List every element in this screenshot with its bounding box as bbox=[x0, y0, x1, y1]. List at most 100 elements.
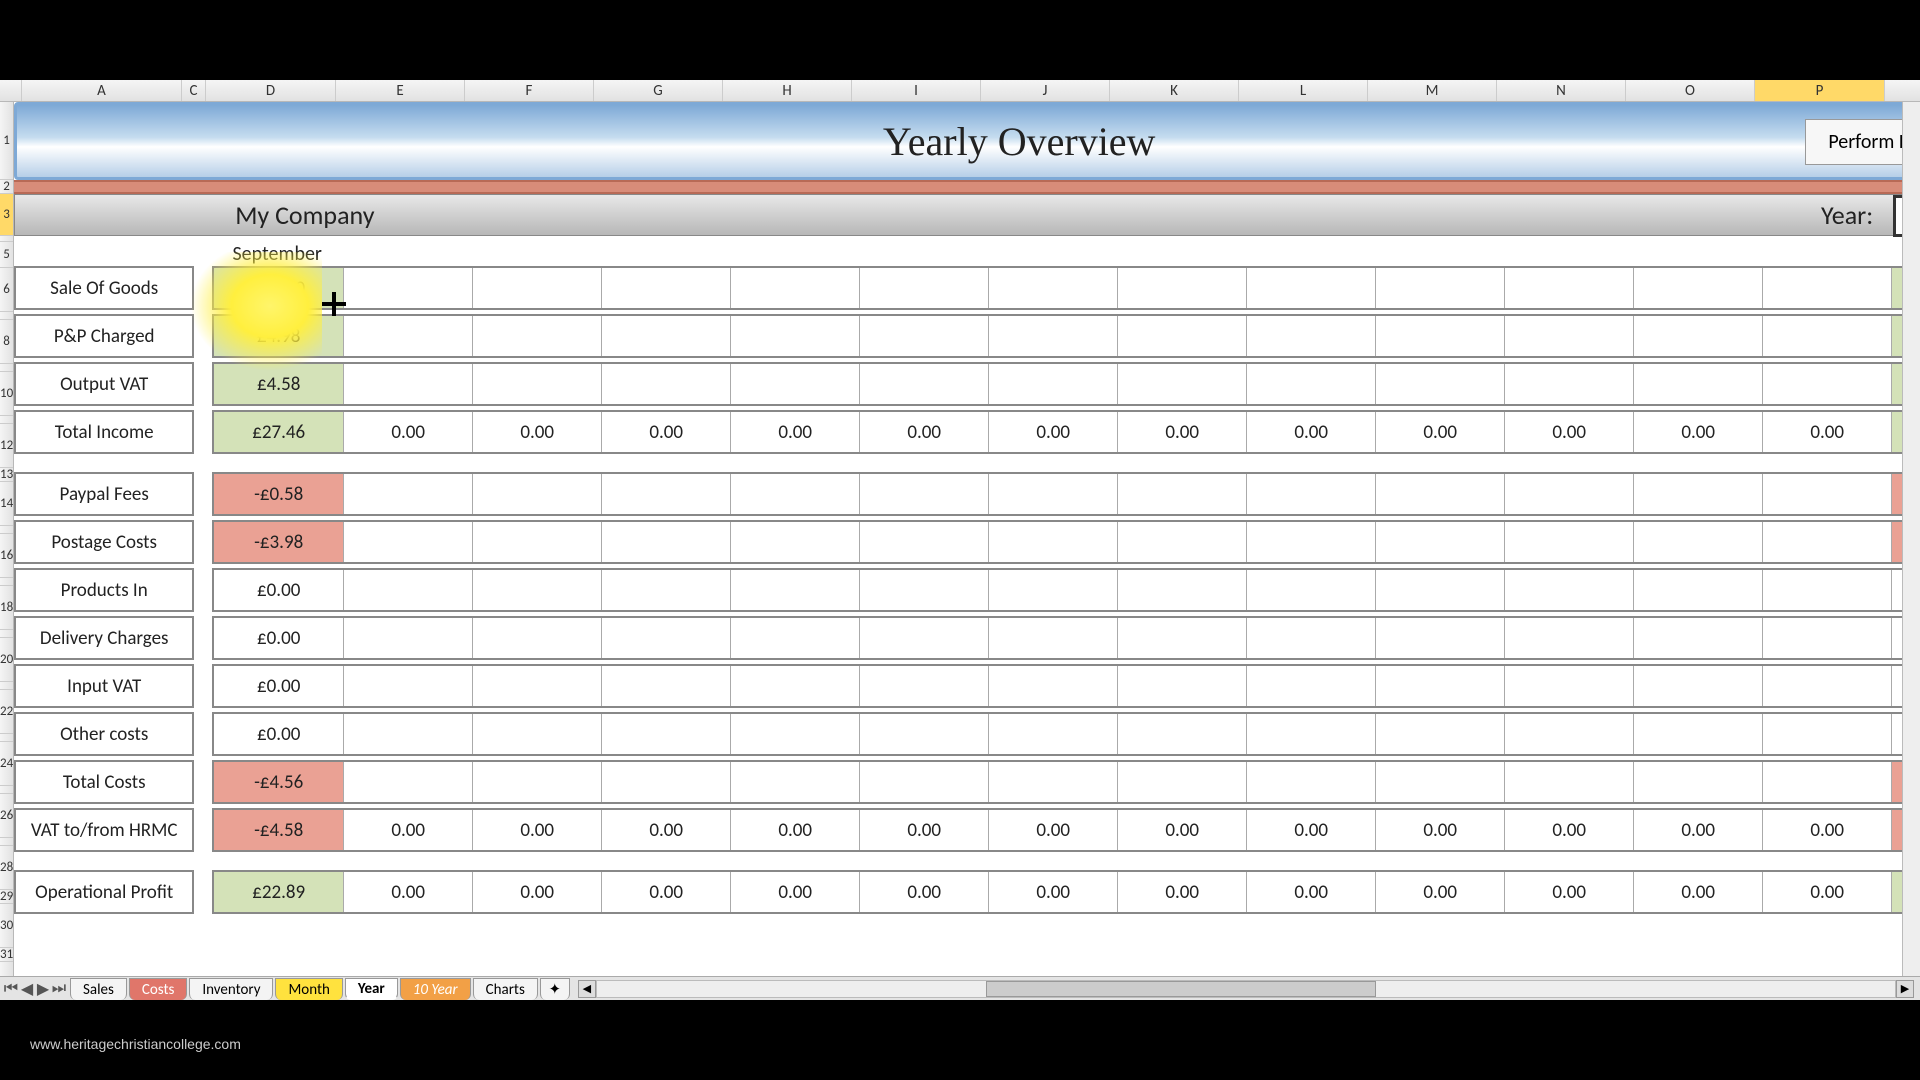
cell-other_costs-m9[interactable] bbox=[1505, 714, 1634, 754]
cell-op_profit-m4[interactable]: 0.00 bbox=[860, 872, 989, 912]
cell-total_costs-m4[interactable] bbox=[860, 762, 989, 802]
new-sheet-button[interactable]: ✦ bbox=[540, 978, 570, 1000]
row-header-blank-26[interactable] bbox=[0, 838, 13, 846]
cell-delivery_charges-sep[interactable]: £0.00 bbox=[214, 618, 344, 658]
cell-other_costs-m10[interactable] bbox=[1634, 714, 1763, 754]
cell-products_in-m7[interactable] bbox=[1247, 570, 1376, 610]
column-header-A[interactable]: A bbox=[22, 80, 182, 101]
cell-postage_costs-m5[interactable] bbox=[989, 522, 1118, 562]
column-header-H[interactable]: H bbox=[723, 80, 852, 101]
cell-total_costs-m2[interactable] bbox=[602, 762, 731, 802]
cell-op_profit-m2[interactable]: 0.00 bbox=[602, 872, 731, 912]
cell-output_vat-m11[interactable] bbox=[1763, 364, 1892, 404]
cell-vat_hrmc-m5[interactable]: 0.00 bbox=[989, 810, 1118, 850]
row-header-blank-14[interactable] bbox=[0, 526, 13, 534]
cell-other_costs-m2[interactable] bbox=[602, 714, 731, 754]
cell-delivery_charges-m1[interactable] bbox=[473, 618, 602, 658]
cell-pp_charged-m3[interactable] bbox=[731, 316, 860, 356]
cell-sale_of_goods-m6[interactable] bbox=[1118, 268, 1247, 308]
row-header-13[interactable]: 13 bbox=[0, 468, 13, 482]
row-header-14[interactable]: 14 bbox=[0, 482, 13, 526]
cell-paypal_fees-m6[interactable] bbox=[1118, 474, 1247, 514]
cell-input_vat-m1[interactable] bbox=[473, 666, 602, 706]
cell-other_costs-m6[interactable] bbox=[1118, 714, 1247, 754]
cell-output_vat-m6[interactable] bbox=[1118, 364, 1247, 404]
cell-paypal_fees-m4[interactable] bbox=[860, 474, 989, 514]
row-header-31[interactable]: 31 bbox=[0, 948, 13, 962]
cell-postage_costs-m9[interactable] bbox=[1505, 522, 1634, 562]
cell-paypal_fees-m5[interactable] bbox=[989, 474, 1118, 514]
cell-input_vat-m5[interactable] bbox=[989, 666, 1118, 706]
cell-sale_of_goods-m3[interactable] bbox=[731, 268, 860, 308]
cell-pp_charged-sep[interactable]: £4.98 bbox=[214, 316, 344, 356]
cell-sale_of_goods-m9[interactable] bbox=[1505, 268, 1634, 308]
cell-total_income-m8[interactable]: 0.00 bbox=[1376, 412, 1505, 452]
cell-total_costs-m11[interactable] bbox=[1763, 762, 1892, 802]
column-header-N[interactable]: N bbox=[1497, 80, 1626, 101]
cell-paypal_fees-m11[interactable] bbox=[1763, 474, 1892, 514]
cell-paypal_fees-m9[interactable] bbox=[1505, 474, 1634, 514]
row-header-blank-22[interactable] bbox=[0, 734, 13, 742]
cell-vat_hrmc-m11[interactable]: 0.00 bbox=[1763, 810, 1892, 850]
column-header-E[interactable]: E bbox=[336, 80, 465, 101]
cell-products_in-m9[interactable] bbox=[1505, 570, 1634, 610]
tab-month[interactable]: Month bbox=[275, 978, 342, 1000]
row-header-12[interactable]: 12 bbox=[0, 424, 13, 468]
cell-delivery_charges-m0[interactable] bbox=[344, 618, 473, 658]
cell-other_costs-m8[interactable] bbox=[1376, 714, 1505, 754]
cell-input_vat-m4[interactable] bbox=[860, 666, 989, 706]
cell-output_vat-m1[interactable] bbox=[473, 364, 602, 404]
cell-output_vat-m4[interactable] bbox=[860, 364, 989, 404]
cell-delivery_charges-m11[interactable] bbox=[1763, 618, 1892, 658]
column-header-P[interactable]: P bbox=[1755, 80, 1885, 101]
row-header-28[interactable]: 28 bbox=[0, 846, 13, 890]
cell-postage_costs-m8[interactable] bbox=[1376, 522, 1505, 562]
cell-vat_hrmc-m3[interactable]: 0.00 bbox=[731, 810, 860, 850]
cell-output_vat-m8[interactable] bbox=[1376, 364, 1505, 404]
row-header-29[interactable]: 29 bbox=[0, 890, 13, 904]
cell-total_income-m1[interactable]: 0.00 bbox=[473, 412, 602, 452]
cell-total_income-m4[interactable]: 0.00 bbox=[860, 412, 989, 452]
cell-vat_hrmc-m2[interactable]: 0.00 bbox=[602, 810, 731, 850]
cell-vat_hrmc-m10[interactable]: 0.00 bbox=[1634, 810, 1763, 850]
tab-first-icon[interactable]: ⏮ bbox=[4, 981, 18, 997]
cell-total_income-m5[interactable]: 0.00 bbox=[989, 412, 1118, 452]
cell-pp_charged-m0[interactable] bbox=[344, 316, 473, 356]
row-header-blank-8[interactable] bbox=[0, 364, 13, 372]
scroll-left-icon[interactable]: ◀ bbox=[578, 980, 596, 998]
cell-sale_of_goods-sep[interactable]: £17.90 bbox=[214, 268, 344, 308]
cell-delivery_charges-m7[interactable] bbox=[1247, 618, 1376, 658]
cell-pp_charged-m2[interactable] bbox=[602, 316, 731, 356]
cell-total_costs-m6[interactable] bbox=[1118, 762, 1247, 802]
sheet-body[interactable]: Yearly Overview Perform End of Year My C… bbox=[14, 102, 1920, 976]
cell-delivery_charges-m10[interactable] bbox=[1634, 618, 1763, 658]
cell-op_profit-m0[interactable]: 0.00 bbox=[344, 872, 473, 912]
cell-op_profit-m3[interactable]: 0.00 bbox=[731, 872, 860, 912]
row-header-18[interactable]: 18 bbox=[0, 586, 13, 630]
select-all-corner[interactable] bbox=[0, 80, 22, 101]
tab-year[interactable]: Year bbox=[345, 978, 398, 1000]
cell-products_in-m2[interactable] bbox=[602, 570, 731, 610]
cell-total_income-m10[interactable]: 0.00 bbox=[1634, 412, 1763, 452]
cell-products_in-m4[interactable] bbox=[860, 570, 989, 610]
cell-delivery_charges-m2[interactable] bbox=[602, 618, 731, 658]
cell-total_income-m11[interactable]: 0.00 bbox=[1763, 412, 1892, 452]
cell-input_vat-m8[interactable] bbox=[1376, 666, 1505, 706]
horizontal-scrollbar[interactable]: ◀ ▶ bbox=[578, 980, 1914, 998]
cell-total_income-m6[interactable]: 0.00 bbox=[1118, 412, 1247, 452]
cell-postage_costs-m3[interactable] bbox=[731, 522, 860, 562]
cell-pp_charged-m1[interactable] bbox=[473, 316, 602, 356]
cell-vat_hrmc-m7[interactable]: 0.00 bbox=[1247, 810, 1376, 850]
cell-vat_hrmc-m8[interactable]: 0.00 bbox=[1376, 810, 1505, 850]
cell-postage_costs-m6[interactable] bbox=[1118, 522, 1247, 562]
cell-total_income-m2[interactable]: 0.00 bbox=[602, 412, 731, 452]
row-header-30[interactable]: 30 bbox=[0, 904, 13, 948]
column-header-C[interactable]: C bbox=[182, 80, 206, 101]
cell-vat_hrmc-m9[interactable]: 0.00 bbox=[1505, 810, 1634, 850]
cell-sale_of_goods-m5[interactable] bbox=[989, 268, 1118, 308]
cell-sale_of_goods-m0[interactable] bbox=[344, 268, 473, 308]
row-header-3[interactable]: 3 bbox=[0, 194, 13, 236]
vertical-scrollbar[interactable] bbox=[1902, 102, 1920, 976]
cell-total_costs-m9[interactable] bbox=[1505, 762, 1634, 802]
cell-other_costs-m7[interactable] bbox=[1247, 714, 1376, 754]
